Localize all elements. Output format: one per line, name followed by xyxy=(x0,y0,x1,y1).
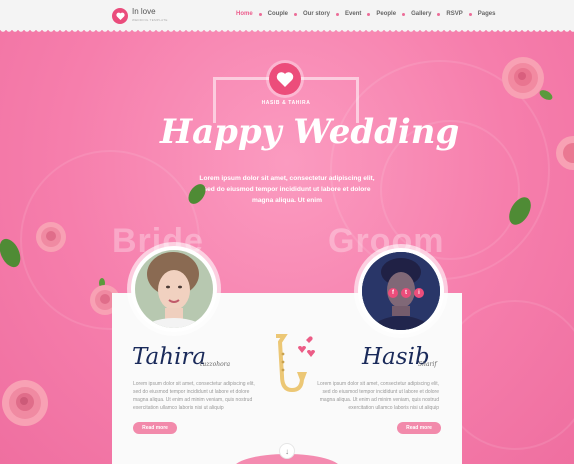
nav-event[interactable]: Event xyxy=(345,11,361,17)
bride-description: Lorem ipsum dolor sit amet, consectetur … xyxy=(133,381,255,411)
leaf-decoration xyxy=(0,238,21,268)
top-navbar: In love WEDDING TEMPLATE Home Couple Our… xyxy=(0,0,574,33)
groom-portrait: f t i xyxy=(362,252,440,330)
heart-icon xyxy=(276,72,294,87)
saxophone-icon xyxy=(276,334,315,393)
twitter-icon[interactable]: t xyxy=(401,288,411,298)
groom-surname: Sharif xyxy=(418,361,437,368)
main-nav: Home Couple Our story Event People Galle… xyxy=(236,11,495,17)
nav-separator xyxy=(258,12,262,16)
chevron-down-icon: ↓ xyxy=(285,446,289,456)
couple-names: HASIB & TAHIRA xyxy=(261,100,311,106)
nav-home[interactable]: Home xyxy=(236,11,253,17)
leaf-decoration xyxy=(509,197,531,225)
bride-read-more-button[interactable]: Read more xyxy=(133,422,177,434)
logo-heart-icon xyxy=(112,8,128,24)
page: In love WEDDING TEMPLATE Home Couple Our… xyxy=(0,0,574,464)
nav-couple[interactable]: Couple xyxy=(268,11,288,17)
rose-decoration xyxy=(502,57,553,100)
logo-title: In love xyxy=(132,7,156,16)
nav-separator xyxy=(294,12,298,16)
instagram-icon[interactable]: i xyxy=(414,288,424,298)
facebook-icon[interactable]: f xyxy=(388,288,398,298)
nav-separator xyxy=(402,12,406,16)
nav-gallery[interactable]: Gallery xyxy=(411,11,431,17)
nav-separator xyxy=(367,12,371,16)
groom-description: Lorem ipsum dolor sit amet, consectetur … xyxy=(317,381,439,411)
nav-separator xyxy=(336,12,340,16)
groom-social-links: f t i xyxy=(388,288,424,298)
bride-photo[interactable] xyxy=(131,246,217,332)
bride-portrait xyxy=(135,250,213,328)
scroll-down-button[interactable]: ↓ xyxy=(279,443,295,459)
groom-read-more-button[interactable]: Read more xyxy=(397,422,441,434)
nav-separator xyxy=(468,12,472,16)
nav-rsvp[interactable]: RSVP xyxy=(446,11,462,17)
nav-separator xyxy=(437,12,441,16)
rose-decoration xyxy=(556,136,574,170)
hero-description: Lorem ipsum dolor sit amet, consectetur … xyxy=(199,175,375,204)
leaf-decoration xyxy=(188,184,206,204)
nav-pages[interactable]: Pages xyxy=(478,11,496,17)
logo-text: In love WEDDING TEMPLATE xyxy=(132,7,168,25)
groom-photo[interactable]: f t i xyxy=(358,248,444,334)
hero-heart-badge xyxy=(269,63,301,95)
nav-our-story[interactable]: Our story xyxy=(303,11,330,17)
rose-decoration xyxy=(36,222,66,252)
bride-name: Tahira xyxy=(132,344,207,370)
rose-decoration xyxy=(2,380,48,426)
site-logo[interactable]: In love WEDDING TEMPLATE xyxy=(112,7,168,25)
bride-surname: tuzzohora xyxy=(200,361,231,368)
nav-people[interactable]: People xyxy=(376,11,396,17)
logo-subtitle: WEDDING TEMPLATE xyxy=(132,18,168,22)
hero-title: Happy Wedding xyxy=(160,112,460,152)
